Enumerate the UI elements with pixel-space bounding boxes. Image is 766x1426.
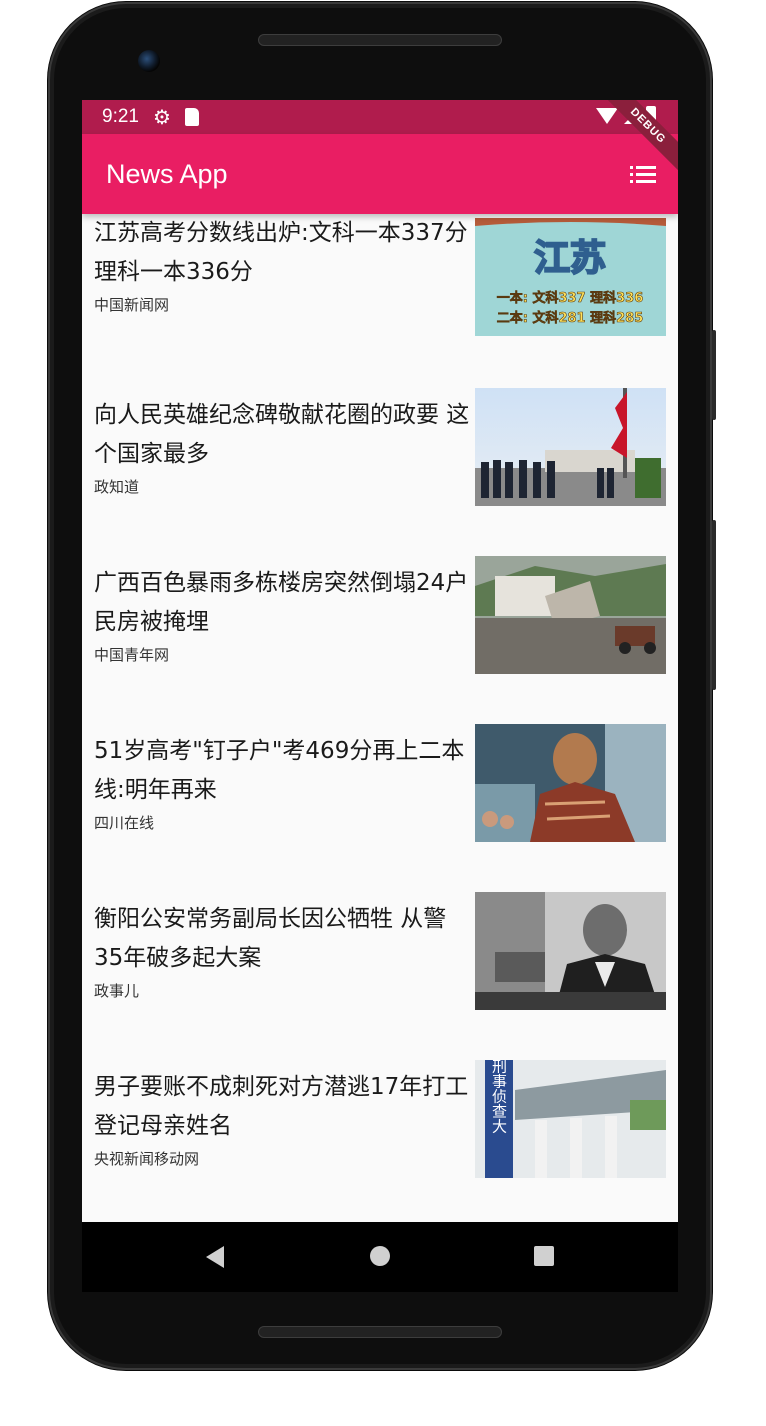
news-source: 政事儿	[94, 982, 140, 1000]
screen: 9:21 ⚙ DEBUG News App 江苏高考分数线出炉:文科一本337分…	[82, 100, 678, 1292]
thumb-sign: 刑事侦查大	[490, 1060, 508, 1134]
gear-icon: ⚙	[152, 106, 171, 129]
back-icon[interactable]	[206, 1246, 224, 1268]
news-source: 中国青年网	[94, 646, 170, 664]
news-source: 央视新闻移动网	[94, 1150, 200, 1168]
news-list: 江苏高考分数线出炉:文科一本337分 理科一本336分 中国新闻网 江苏 一本:…	[82, 214, 678, 1222]
news-item[interactable]: 向人民英雄纪念碑敬献花圈的政要 这个国家最多 政知道	[82, 382, 678, 550]
earpiece-speaker	[258, 34, 502, 46]
news-thumbnail: 刑事侦查大	[475, 1060, 666, 1178]
thumb-line2: 二本: 文科281 理科285	[497, 310, 644, 326]
navigation-bar	[82, 1222, 678, 1292]
news-thumbnail	[475, 724, 666, 842]
list-icon[interactable]	[630, 166, 656, 184]
news-item[interactable]: 江苏高考分数线出炉:文科一本337分 理科一本336分 中国新闻网 江苏 一本:…	[82, 214, 678, 382]
news-title: 向人民英雄纪念碑敬献花圈的政要 这个国家最多	[94, 402, 470, 467]
power-button	[712, 330, 716, 420]
news-title: 男子要账不成刺死对方潜逃17年打工登记母亲姓名	[94, 1074, 469, 1139]
news-thumbnail	[475, 388, 666, 506]
news-item[interactable]: 男子要账不成刺死对方潜逃17年打工登记母亲姓名 央视新闻移动网 刑事侦查大	[82, 1054, 678, 1222]
status-bar: 9:21 ⚙	[82, 100, 678, 134]
news-source: 中国新闻网	[94, 296, 170, 314]
home-icon[interactable]	[370, 1246, 390, 1266]
volume-button	[712, 520, 716, 690]
status-time: 9:21	[102, 106, 139, 127]
news-title: 51岁高考"钉子户"考469分再上二本线:明年再来	[94, 738, 465, 803]
news-item[interactable]: 51岁高考"钉子户"考469分再上二本线:明年再来 四川在线	[82, 718, 678, 886]
news-source: 政知道	[94, 478, 140, 496]
front-camera	[138, 50, 160, 72]
wifi-icon	[596, 108, 618, 124]
thumb-line1: 一本: 文科337 理科336	[497, 290, 644, 306]
news-source: 四川在线	[94, 814, 155, 832]
news-thumbnail: 江苏 一本: 文科337 理科336 二本: 文科281 理科285	[475, 218, 666, 336]
app-bar: News App	[82, 134, 678, 214]
news-item[interactable]: 衡阳公安常务副局长因公牺牲 从警35年破多起大案 政事儿	[82, 886, 678, 1054]
news-thumbnail	[475, 892, 666, 1010]
news-title: 江苏高考分数线出炉:文科一本337分 理科一本336分	[94, 220, 468, 285]
bottom-speaker	[258, 1326, 502, 1338]
news-item[interactable]: 广西百色暴雨多栋楼房突然倒塌24户民房被掩埋 中国青年网	[82, 550, 678, 718]
sd-card-icon	[184, 108, 199, 126]
thumb-heading: 江苏	[534, 238, 606, 279]
news-title: 广西百色暴雨多栋楼房突然倒塌24户民房被掩埋	[94, 570, 469, 635]
news-thumbnail	[475, 556, 666, 674]
app-title: News App	[106, 158, 228, 189]
recent-apps-icon[interactable]	[534, 1246, 554, 1266]
news-title: 衡阳公安常务副局长因公牺牲 从警35年破多起大案	[94, 906, 447, 971]
